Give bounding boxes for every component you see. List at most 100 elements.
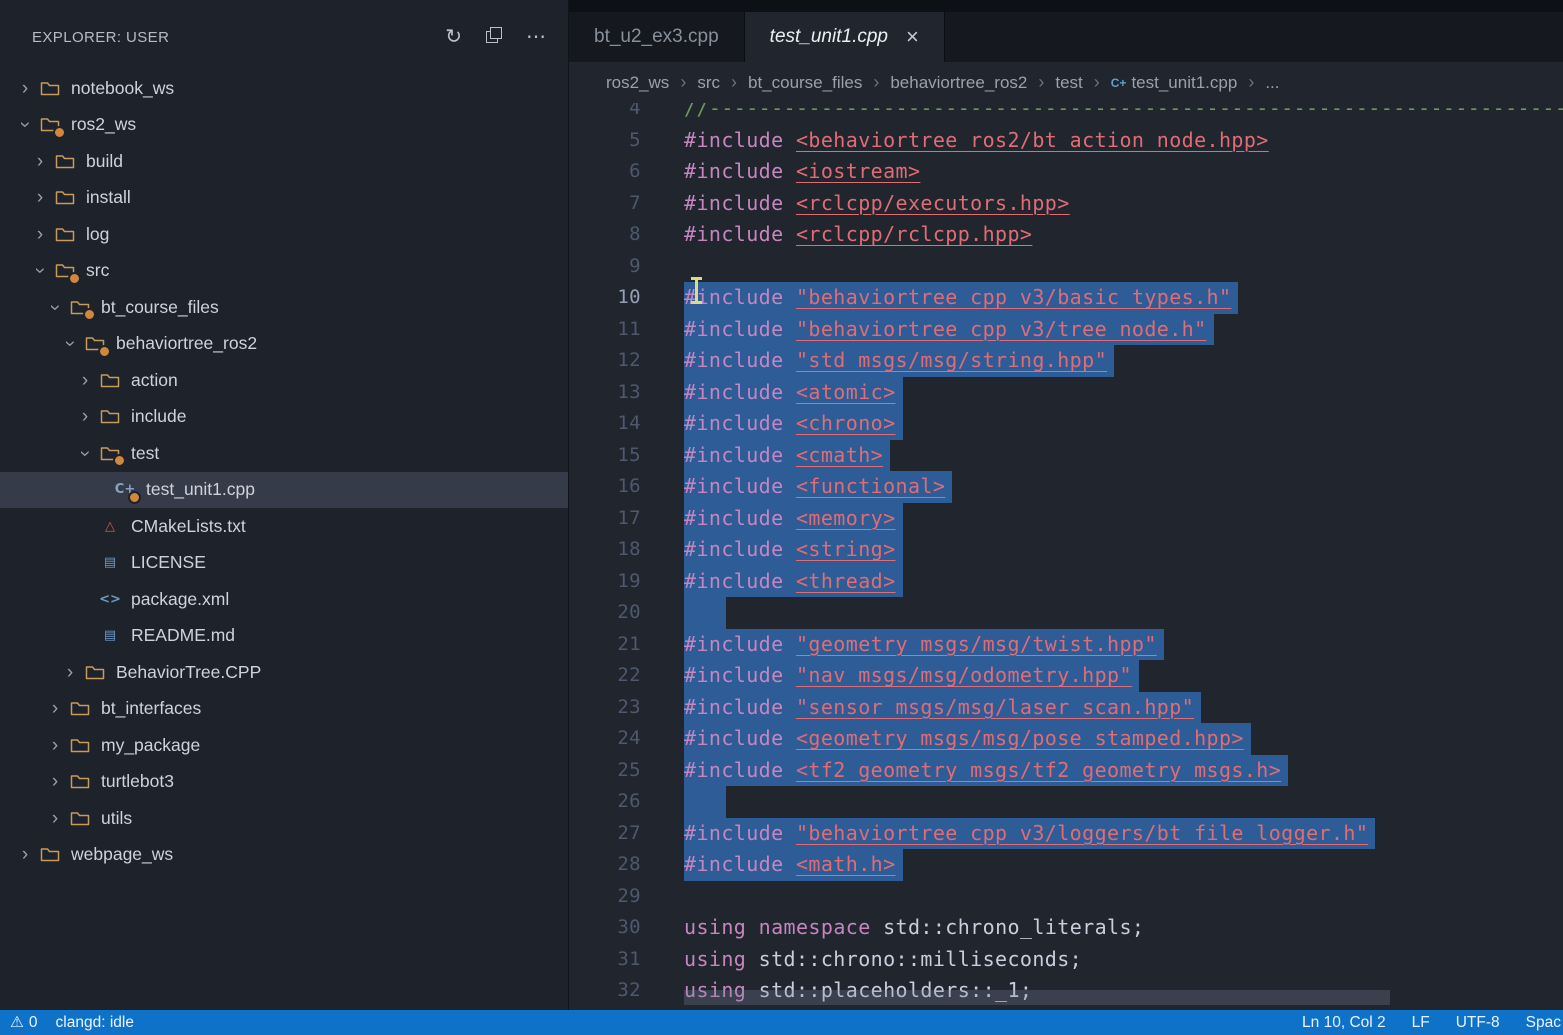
line-content: #include "behaviortree_cpp_v3/loggers/bt… [641, 818, 1375, 850]
tree-item-bt_interfaces[interactable]: ›bt_interfaces [0, 691, 568, 728]
line-number: 12 [569, 345, 641, 377]
tree-item-install[interactable]: ›install [0, 180, 568, 217]
code-token [784, 537, 796, 561]
line-content: #include <iostream> [641, 156, 920, 188]
breadcrumb-item-...[interactable]: ... [1265, 73, 1279, 93]
modified-dot [128, 491, 141, 504]
code-line-15: 15#include <cmath> [569, 440, 1563, 472]
code-token [784, 411, 796, 435]
tree-item-label: build [86, 151, 123, 172]
line-content [641, 786, 726, 818]
status-indentation[interactable]: Spac [1526, 1014, 1561, 1032]
code-line-20: 20 [569, 597, 1563, 629]
status-bar: ⚠0 clangd: idle Ln 10, Col 2 LF UTF-8 Spac [0, 1010, 1563, 1035]
breadcrumb-item-behaviortree_ros2[interactable]: behaviortree_ros2 [890, 73, 1027, 93]
modified-dot [83, 308, 96, 321]
code-token: "behaviortree_cpp_v3/basic_types.h" [796, 285, 1231, 309]
horizontal-scrollbar[interactable] [684, 990, 1390, 1005]
tree-item-README.md[interactable]: ▤README.md [0, 618, 568, 655]
selection-highlight: #include <math.h> [684, 849, 903, 881]
status-problems[interactable]: ⚠0 [10, 1013, 38, 1032]
folder-icon [68, 296, 92, 318]
code-token: #include [684, 852, 784, 876]
chevron-right-icon: › [44, 736, 66, 755]
tree-item-CMakeLists.txt[interactable]: △CMakeLists.txt [0, 508, 568, 545]
tree-item-test[interactable]: ›test [0, 435, 568, 472]
breadcrumb-item-test_unit1.cpp[interactable]: C+test_unit1.cpp [1111, 73, 1238, 93]
tree-item-action[interactable]: ›action [0, 362, 568, 399]
code-token: <memory> [796, 506, 896, 530]
code-line-7: 7#include <rclcpp/executors.hpp> [569, 188, 1563, 220]
line-number: 16 [569, 471, 641, 503]
code-token: namespace [759, 915, 871, 939]
status-left: ⚠0 clangd: idle [10, 1013, 134, 1032]
code-token: "behaviortree_cpp_v3/tree_node.h" [796, 317, 1207, 341]
folder-icon [53, 187, 77, 209]
line-content: #include <cmath> [641, 440, 890, 472]
chevron-right-icon: › [59, 663, 81, 682]
breadcrumb-label: ... [1265, 73, 1279, 93]
file-tree: ›notebook_ws›ros2_ws›build›install›log›s… [0, 70, 568, 1010]
code-token: #include [684, 443, 784, 467]
tree-item-ros2_ws[interactable]: ›ros2_ws [0, 107, 568, 144]
breadcrumb-item-ros2_ws[interactable]: ros2_ws [606, 73, 669, 93]
tree-item-label: webpage_ws [71, 844, 173, 865]
editor-column: bt_u2_ex3.cpptest_unit1.cpp× ros2_ws › src… [568, 0, 1563, 1010]
tree-item-include[interactable]: ›include [0, 399, 568, 436]
tree-item-utils[interactable]: ›utils [0, 800, 568, 837]
tree-item-notebook_ws[interactable]: › notebook_ws [0, 70, 568, 107]
code-token [784, 128, 796, 152]
vscode-window: EXPLORER: USER ↻⋯ ›notebook_ws›ros2_ws›b… [0, 0, 1563, 1010]
tree-item-label: action [131, 370, 178, 391]
code-token: #include [684, 317, 784, 341]
tree-item-label: bt_course_files [101, 297, 219, 318]
tab-test_unit1.cpp[interactable]: test_unit1.cpp× [745, 12, 945, 62]
status-eol-sequence[interactable]: LF [1412, 1014, 1430, 1032]
breadcrumb-item-src[interactable]: src [697, 73, 720, 93]
code-token [784, 506, 796, 530]
status-encoding[interactable]: UTF-8 [1456, 1014, 1500, 1032]
tree-item-src[interactable]: ›src [0, 253, 568, 290]
close-icon[interactable]: × [906, 26, 919, 48]
selection-highlight: #include "nav_msgs/msg/odometry.hpp" [684, 660, 1139, 692]
line-content: #include "behaviortree_cpp_v3/basic_type… [641, 282, 1238, 314]
selection-block [684, 786, 726, 818]
tree-item-webpage_ws[interactable]: › webpage_ws [0, 837, 568, 874]
tree-item-package.xml[interactable]: <>package.xml [0, 581, 568, 618]
chevron-right-icon: › [29, 188, 51, 207]
tree-item-BehaviorTree.CPP[interactable]: ›BehaviorTree.CPP [0, 654, 568, 691]
status-text: 0 [29, 1014, 38, 1032]
tree-item-behaviortree_ros2[interactable]: ›behaviortree_ros2 [0, 326, 568, 363]
code-token: <chrono> [796, 411, 896, 435]
status-clangd-status[interactable]: clangd: idle [56, 1014, 134, 1032]
explorer-actions: ↻⋯ [445, 27, 546, 47]
chevron-down-icon: › [16, 114, 35, 136]
refresh-explorer-icon[interactable]: ↻ [445, 27, 462, 47]
line-number: 29 [569, 881, 641, 913]
tree-item-log[interactable]: ›log [0, 216, 568, 253]
code-token: <cmath> [796, 443, 883, 467]
code-token: #include [684, 159, 784, 183]
tree-item-test_unit1.cpp[interactable]: C+test_unit1.cpp [0, 472, 568, 509]
line-content: #include <tf2_geometry_msgs/tf2_geometry… [641, 755, 1288, 787]
tab-bt_u2_ex3.cpp[interactable]: bt_u2_ex3.cpp [569, 12, 745, 62]
line-content: using namespace std::chrono_literals; [641, 912, 1144, 944]
status-cursor-position[interactable]: Ln 10, Col 2 [1302, 1014, 1386, 1032]
tree-item-build[interactable]: ›build [0, 143, 568, 180]
breadcrumb-item-test[interactable]: test [1055, 73, 1082, 93]
selection-highlight: #include <chrono> [684, 408, 903, 440]
tree-item-bt_course_files[interactable]: ›bt_course_files [0, 289, 568, 326]
folder-icon [68, 807, 92, 829]
open-editors-icon[interactable] [486, 27, 502, 47]
chevron-right-icon: › [14, 79, 36, 98]
tree-item-label: notebook_ws [71, 78, 174, 99]
chevron-right-icon: › [14, 845, 36, 864]
tree-item-LICENSE[interactable]: ▤LICENSE [0, 545, 568, 582]
tree-item-turtlebot3[interactable]: ›turtlebot3 [0, 764, 568, 801]
code-editor[interactable]: 4//-------------------------------------… [569, 103, 1563, 1010]
breadcrumb-item-bt_course_files[interactable]: bt_course_files [748, 73, 862, 93]
tree-item-my_package[interactable]: ›my_package [0, 727, 568, 764]
chevron-right-icon: › [731, 72, 737, 93]
code-line-8: 8#include <rclcpp/rclcpp.hpp> [569, 219, 1563, 251]
more-actions-icon[interactable]: ⋯ [526, 27, 546, 47]
